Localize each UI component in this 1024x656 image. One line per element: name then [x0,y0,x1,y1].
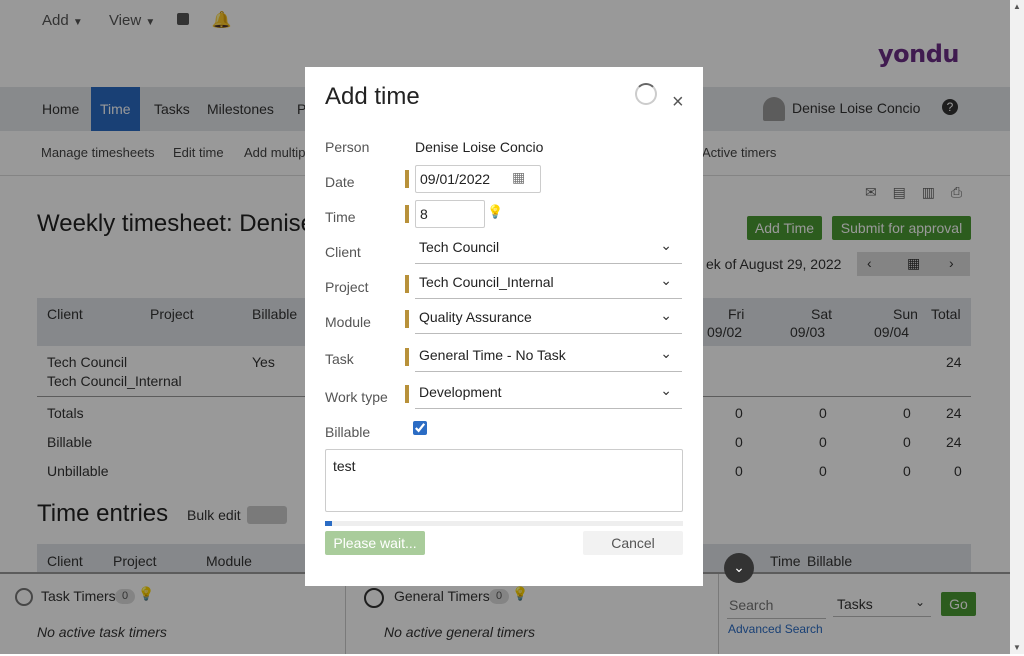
required-marker [405,275,409,293]
chevron-down-icon: ⌄ [660,307,672,323]
add-time-dialog: Add time × Person Denise Loise Concio Da… [305,67,703,586]
client-label: Client [325,244,361,260]
project-label: Project [325,279,369,295]
billable-label: Billable [325,424,371,440]
time-input[interactable]: 8 [415,200,485,228]
chevron-down-icon: ⌄ [660,382,672,398]
scrollbar[interactable]: ▲ ▼ [1010,0,1024,654]
person-value: Denise Loise Concio [415,139,544,155]
client-select[interactable]: Tech Council ⌄ [415,235,682,264]
required-marker [405,310,409,328]
date-field[interactable]: 09/01/2022 ▦ [415,165,541,193]
time-label: Time [325,209,356,225]
task-label: Task [325,351,354,367]
loading-spinner-icon [635,83,657,105]
chevron-down-icon: ⌄ [660,237,672,253]
required-marker [405,205,409,223]
required-marker [405,170,409,188]
module-label: Module [325,314,371,330]
chevron-down-icon: ⌄ [660,345,672,361]
submit-button[interactable]: Please wait... [325,531,425,555]
cancel-button[interactable]: Cancel [583,531,683,555]
chevron-down-icon[interactable]: ⌄ [724,553,754,583]
calendar-icon[interactable]: ▦ [512,169,525,186]
notes-textarea[interactable]: test [325,449,683,512]
dialog-title: Add time [325,83,420,110]
close-icon[interactable]: × [672,91,684,114]
task-select[interactable]: General Time - No Task ⌄ [415,343,682,372]
progress-fill [325,521,333,526]
progress-bar [325,521,683,526]
required-marker [405,385,409,403]
person-label: Person [325,139,370,155]
module-select[interactable]: Quality Assurance ⌄ [415,305,682,334]
project-select[interactable]: Tech Council_Internal ⌄ [415,270,682,299]
work-type-select[interactable]: Development ⌄ [415,380,682,409]
chevron-down-icon: ⌄ [660,272,672,288]
work-type-label: Work type [325,389,388,405]
required-marker [405,348,409,366]
date-label: Date [325,174,355,190]
billable-checkbox[interactable] [413,421,427,435]
lightbulb-icon[interactable]: 💡 [487,204,503,220]
